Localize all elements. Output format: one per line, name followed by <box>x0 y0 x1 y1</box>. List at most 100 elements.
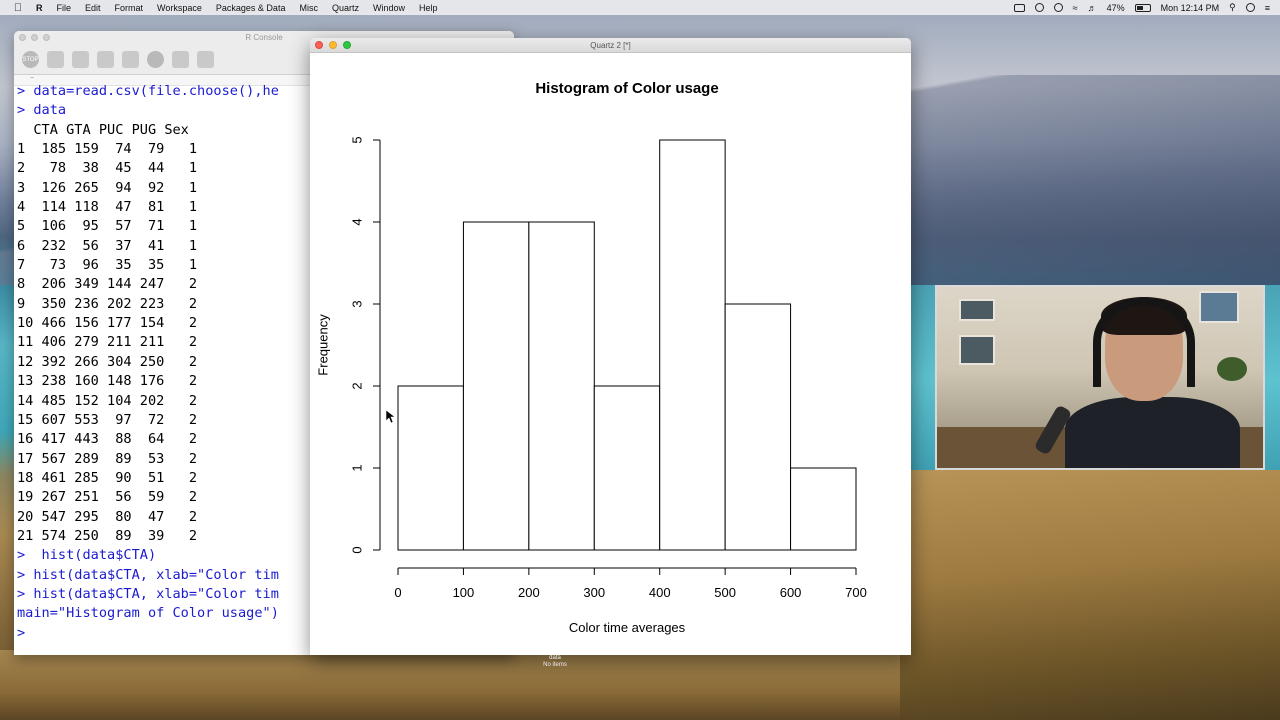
chart-icon[interactable] <box>72 51 89 68</box>
x-axis-label: Color time averages <box>569 620 686 635</box>
console-line: > hist(data$CTA, xlab="Color tim <box>17 585 279 602</box>
menu-window[interactable]: Window <box>373 3 405 13</box>
menu-file[interactable]: File <box>57 3 72 13</box>
histogram-chart: Histogram of Color usage 0 100 200 300 400 500… <box>315 80 867 635</box>
console-line: 12 392 266 304 250 2 <box>17 353 198 370</box>
siri-icon[interactable] <box>1245 3 1255 12</box>
console-line: CTA GTA PUC PUG Sex <box>17 121 189 138</box>
console-line: > hist(data$CTA) <box>17 547 157 564</box>
clock[interactable]: Mon 12:14 PM <box>1161 3 1220 13</box>
dock-folder[interactable]: data No items <box>540 655 570 669</box>
dock-folder-label: data <box>549 655 561 661</box>
console-output[interactable]: > data=read.csv(file.choose(),he > data … <box>14 82 279 643</box>
console-line: 1 185 159 74 79 1 <box>17 141 198 158</box>
x-tick-label: 700 <box>845 585 867 600</box>
plant <box>1217 357 1247 381</box>
histogram-bar <box>724 303 792 551</box>
wall-art <box>959 335 995 365</box>
menu-bar:  R File Edit Format Workspace Packages … <box>0 0 1280 15</box>
x-tick-label: 0 <box>394 585 401 600</box>
console-line: 10 466 156 177 154 2 <box>17 315 198 332</box>
desktop-wallpaper-hills <box>900 470 1280 720</box>
person-shirt <box>1065 397 1240 468</box>
console-line: 20 547 295 80 47 2 <box>17 508 198 525</box>
console-line: 15 607 553 97 72 2 <box>17 411 198 428</box>
console-line: 2 78 38 45 44 1 <box>17 160 198 177</box>
menu-packages-data[interactable]: Packages & Data <box>216 3 286 13</box>
histogram-bar <box>790 467 857 551</box>
y-axis-label: Frequency <box>315 314 330 376</box>
wall-art <box>1199 291 1239 323</box>
x-tick-label: 300 <box>583 585 605 600</box>
console-line: 5 106 95 57 71 1 <box>17 218 198 235</box>
run-script-icon[interactable] <box>47 51 64 68</box>
lock-icon[interactable] <box>97 51 114 68</box>
notification-center-icon[interactable]: ≡ <box>1265 3 1270 13</box>
quartz-titlebar[interactable]: Quartz 2 [*] <box>310 38 911 53</box>
spotlight-search-icon[interactable]: ⚲ <box>1229 2 1236 13</box>
console-line: 4 114 118 47 81 1 <box>17 199 198 216</box>
console-line: 18 461 285 90 51 2 <box>17 469 198 486</box>
mouse-cursor-icon <box>385 409 396 424</box>
stop-icon[interactable]: STOP <box>22 51 39 68</box>
histogram-bar <box>593 385 661 551</box>
desktop-wallpaper-foreground <box>0 650 900 720</box>
menu-quartz[interactable]: Quartz <box>332 3 359 13</box>
time-machine-icon[interactable] <box>1034 3 1044 12</box>
zoom-button[interactable] <box>43 34 50 41</box>
console-line: 21 574 250 89 39 2 <box>17 527 198 544</box>
console-line: 13 238 160 148 176 2 <box>17 373 198 390</box>
wall-art <box>959 299 995 321</box>
y-tick-label: 0 <box>349 546 364 553</box>
console-line: 7 73 96 35 35 1 <box>17 257 198 274</box>
console-line: 8 206 349 144 247 2 <box>17 276 198 293</box>
bluetooth-icon[interactable] <box>1053 3 1063 12</box>
console-line: > data <box>17 102 67 119</box>
menu-edit[interactable]: Edit <box>85 3 101 13</box>
list-icon[interactable] <box>122 51 139 68</box>
headphones <box>1093 297 1195 387</box>
chart-title: Histogram of Color usage <box>535 80 718 97</box>
y-tick-label: 1 <box>349 464 364 471</box>
battery-icon[interactable] <box>1134 3 1151 12</box>
console-line: 3 126 265 94 92 1 <box>17 179 198 196</box>
menu-help[interactable]: Help <box>419 3 438 13</box>
color-icon[interactable] <box>147 51 164 68</box>
console-line: 14 485 152 104 202 2 <box>17 392 198 409</box>
x-tick-label: 100 <box>453 585 475 600</box>
console-line: > <box>17 624 34 641</box>
webcam-overlay <box>935 285 1265 470</box>
dock-folder-sublabel: No items <box>543 662 567 668</box>
console-line: 6 232 56 37 41 1 <box>17 237 198 254</box>
print-icon[interactable] <box>197 51 214 68</box>
volume-icon[interactable]: ♬ <box>1088 3 1097 13</box>
menu-workspace[interactable]: Workspace <box>157 3 202 13</box>
apple-icon[interactable]:  <box>12 2 24 14</box>
console-line: > data=read.csv(file.choose(),he <box>17 83 279 99</box>
close-button[interactable] <box>315 41 323 49</box>
y-tick-label: 4 <box>349 218 364 225</box>
menu-format[interactable]: Format <box>115 3 144 13</box>
new-document-icon[interactable] <box>172 51 189 68</box>
x-tick-label: 600 <box>780 585 802 600</box>
minimize-button[interactable] <box>31 34 38 41</box>
close-button[interactable] <box>19 34 26 41</box>
x-tick-label: 500 <box>714 585 736 600</box>
console-line: 19 267 251 56 59 2 <box>17 489 198 506</box>
menu-app-name[interactable]: R <box>36 3 43 13</box>
wifi-icon[interactable]: ≈ <box>1073 3 1078 13</box>
console-line: 16 417 443 88 64 2 <box>17 431 198 448</box>
console-line: 11 406 279 211 211 2 <box>17 334 198 351</box>
minimize-button[interactable] <box>329 41 337 49</box>
y-tick-label: 2 <box>349 382 364 389</box>
screen-record-icon[interactable] <box>1013 3 1025 12</box>
battery-percent[interactable]: 47% <box>1107 3 1125 13</box>
histogram-bar <box>462 221 530 551</box>
menu-misc[interactable]: Misc <box>299 3 318 13</box>
r-console-title: R Console <box>245 33 283 42</box>
quartz-window: Quartz 2 [*] Histogram of Color usage 0 10… <box>310 38 911 655</box>
y-tick-label: 3 <box>349 300 364 307</box>
y-tick-label: 5 <box>349 136 364 143</box>
console-line: main="Histogram of Color usage") <box>17 605 279 622</box>
zoom-button[interactable] <box>343 41 351 49</box>
